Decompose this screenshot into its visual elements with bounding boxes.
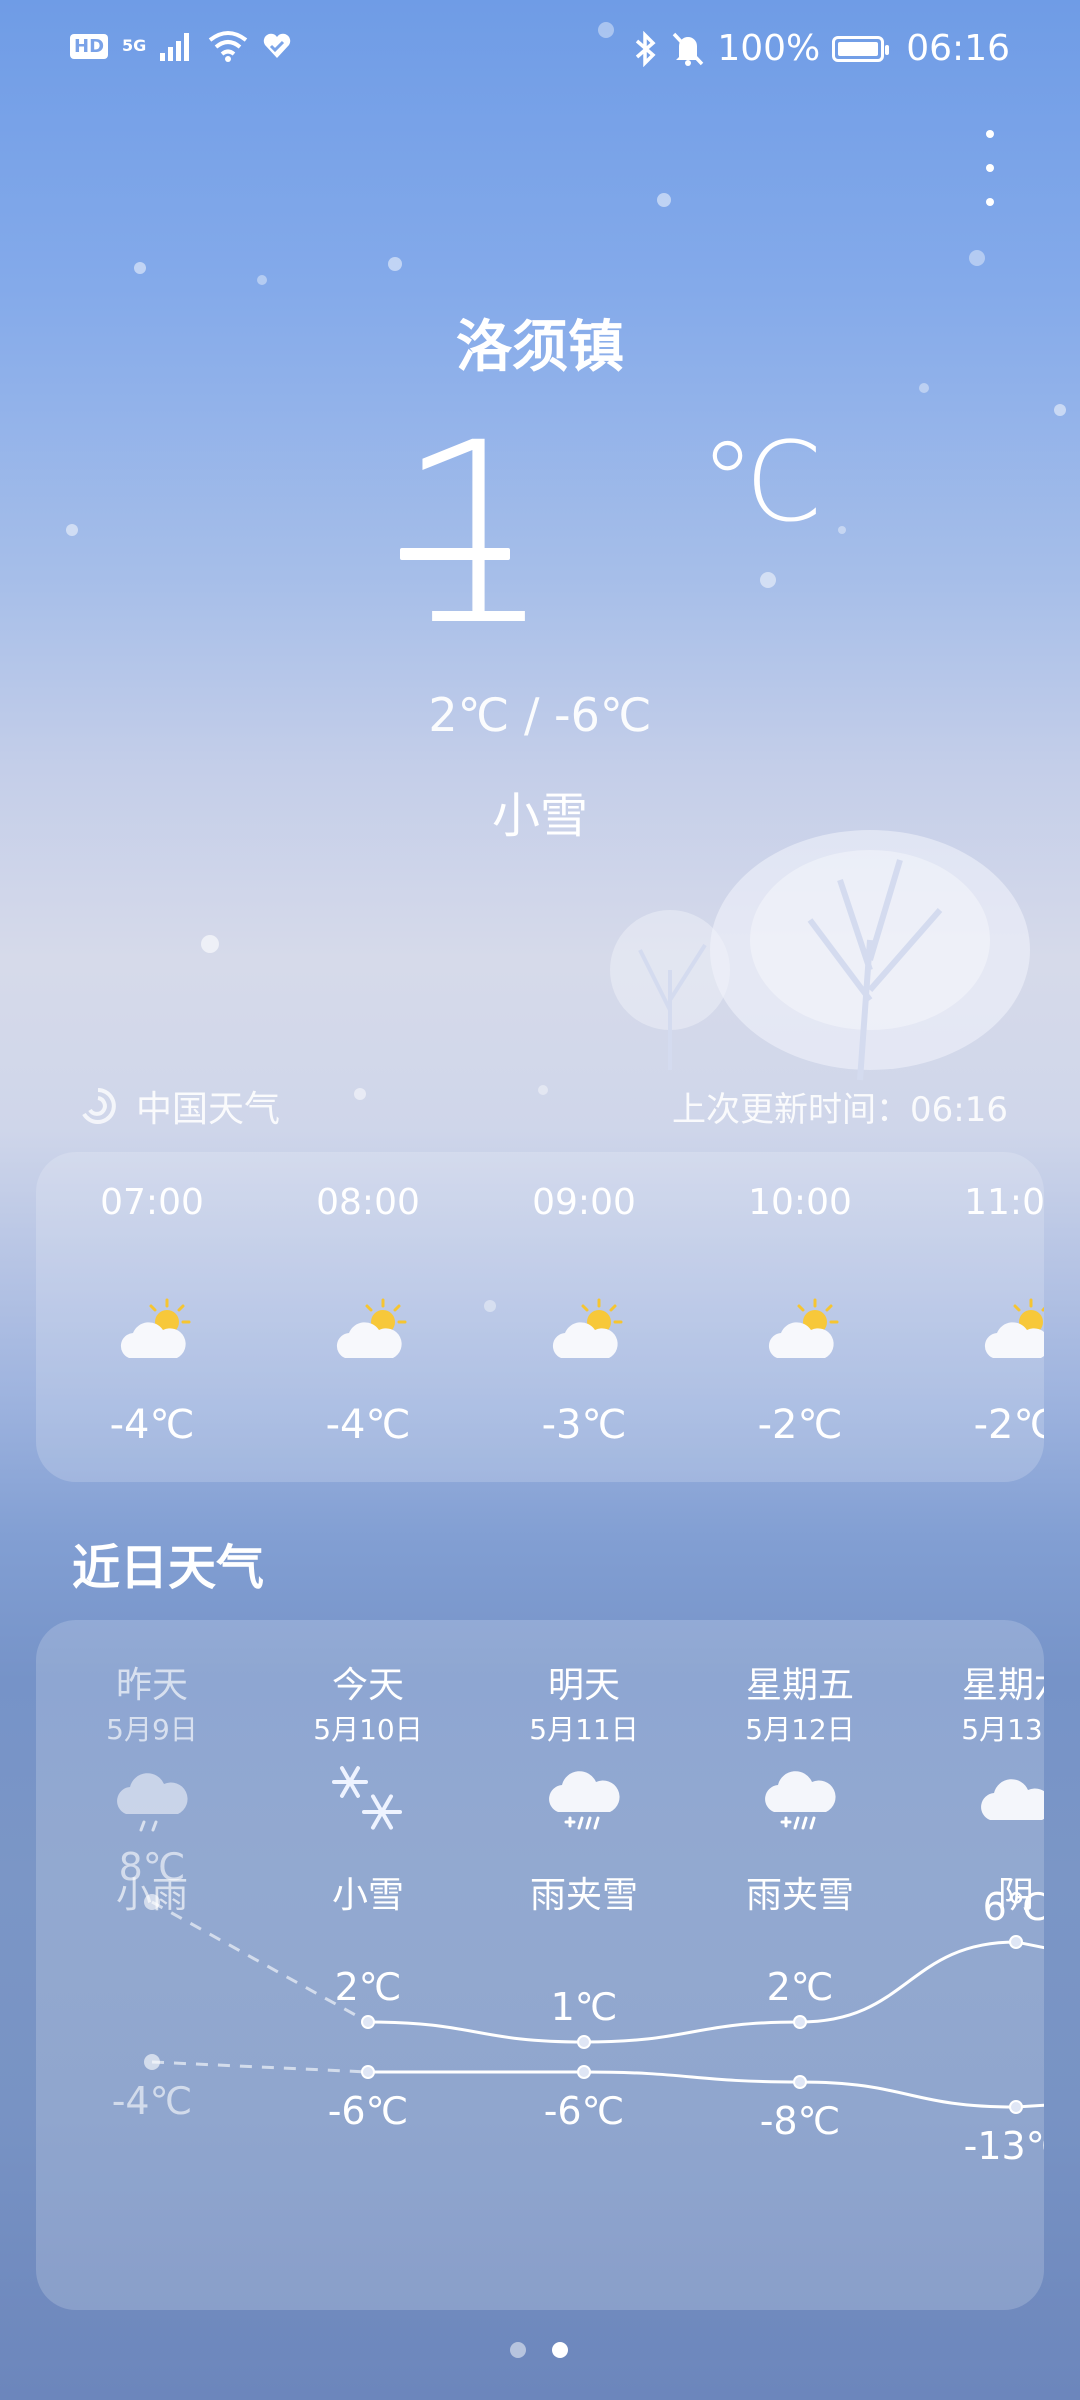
high-temp-label: 1℃ [551,1985,618,2029]
high-temp-label: 2℃ [767,1965,834,2009]
today-temp-range: 2℃ / -6℃ [428,688,652,742]
trend-line [368,2070,1044,2109]
low-temp-label: -6℃ [544,2089,625,2133]
source-name: 中国天气 [136,1089,281,1130]
current-temperature: 1 [395,389,554,680]
hour-temp: -3℃ [541,1402,627,1448]
current-condition: 小雪 [491,788,588,844]
temp-point [1009,2100,1023,2114]
high-temp-label: 6℃ [983,1885,1044,1929]
snowy-tree-illustration [610,830,1030,1081]
high-temp-label: 8℃ [119,1845,186,1889]
china-weather-logo-icon [82,1088,116,1124]
page-dot[interactable] [510,2342,526,2358]
temp-point [577,2065,591,2079]
partly-sunny-icon [549,1292,629,1372]
temp-point [793,2075,807,2089]
temp-point [144,1894,160,1910]
temp-point [361,2065,375,2079]
hour-temp: -2℃ [757,1402,843,1448]
hour-time: 09:00 [532,1182,636,1223]
temperature-unit: ℃ [700,418,824,546]
temp-point [144,2054,160,2070]
hourly-forecast-card[interactable]: 07:00 -4℃ 08:00 -4℃ 09:00 -3℃ 10:00 -2℃ 11:00 -2℃ [36,1152,1044,1482]
partly-sunny-icon [765,1292,845,1372]
hour-temp: -2℃ [973,1402,1044,1448]
low-temp-label: -4℃ [112,2079,193,2123]
hour-temp: -4℃ [325,1402,411,1448]
hour-time: 08:00 [316,1182,420,1223]
high-temp-label: 2℃ [335,1965,402,2009]
temp-point [361,2015,375,2029]
temp-point [793,2015,807,2029]
trend-dashed-segment [151,2060,369,2074]
partly-sunny-icon [117,1292,197,1372]
hour-time: 10:00 [748,1182,852,1223]
low-temp-label: -13℃ [964,2124,1044,2168]
hour-temp: -4℃ [109,1402,195,1448]
page-dot[interactable] [552,2342,568,2358]
daily-forecast-title: 近日天气 [72,1540,265,1596]
last-updated: 上次更新时间：06:16 [672,1090,1008,1130]
temp-point [1009,1935,1023,1949]
partly-sunny-icon [981,1292,1044,1372]
daily-forecast-card[interactable]: 昨天5月9日小雨今天5月10日小雪明天5月11日雨夹雪星期五5月12日雨夹雪星期… [36,1620,1044,2310]
temperature-trend-chart: 8℃ 2℃ 1℃ 2℃ 6℃ -4℃ -6℃ -6℃ -8℃ -13℃ [112,1845,1044,2168]
low-temp-label: -6℃ [328,2089,409,2133]
hour-time: 11:00 [964,1182,1044,1223]
page-indicator [510,2342,568,2358]
trend-line [367,1940,1044,2044]
temp-point [577,2035,591,2049]
partly-sunny-icon [333,1292,413,1372]
city-name[interactable]: 洛须镇 [0,302,1080,383]
data-source[interactable]: 中国天气 [78,1080,280,1132]
low-temp-label: -8℃ [760,2099,841,2143]
hour-time: 07:00 [100,1182,204,1223]
